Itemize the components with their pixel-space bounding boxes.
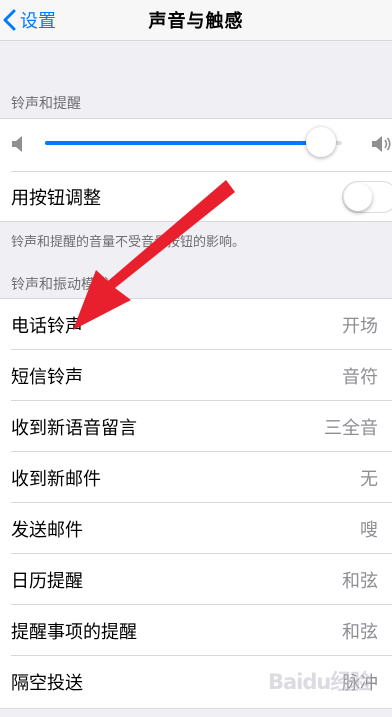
ringer-footnote: 铃声和提醒的音量不受音量按钮的影响。 [11,235,246,250]
sound-row-value: 嗖 [360,520,378,541]
sound-row-label: 隔空投送 [11,673,83,694]
sound-row-value: 三全音 [324,418,378,439]
navigation-bar: 设置 声音与触感 [0,0,392,41]
volume-low-icon [12,136,26,156]
change-with-buttons-toggle[interactable] [342,181,392,213]
sound-row-label: 日历提醒 [11,571,83,592]
sound-row-label: 短信铃声 [11,367,83,388]
sound-row-label: 发送邮件 [11,520,83,541]
sound-row[interactable]: 日历提醒 和弦 [0,554,392,605]
sound-row-label: 收到新邮件 [11,469,101,490]
sound-row-label: 收到新语音留言 [11,418,137,439]
volume-slider-row [0,119,392,171]
volume-slider-fill [45,141,322,145]
sound-row-label: 电话铃声 [11,316,83,337]
change-with-buttons-row: 用按钮调整 [11,171,392,222]
sound-row[interactable]: 电话铃声 开场 [0,299,392,350]
sound-row[interactable]: 发送邮件 嗖 [0,503,392,554]
sound-row[interactable]: 提醒事项的提醒 和弦 [0,605,392,656]
sound-row[interactable]: 短信铃声 音符 [0,350,392,401]
sound-row[interactable]: 收到新语音留言 三全音 [0,401,392,452]
sound-row[interactable]: 收到新邮件 无 [0,452,392,503]
volume-high-icon [372,136,392,156]
change-with-buttons-label: 用按钮调整 [11,188,101,209]
page-title: 声音与触感 [148,11,244,32]
toggle-knob [344,183,372,211]
sound-row-label: 提醒事项的提醒 [11,622,137,643]
sound-row-value: 和弦 [342,622,378,643]
sound-row-value: 和弦 [342,571,378,592]
ringer-group: 用按钮调整 [0,118,392,222]
volume-slider-thumb[interactable] [306,127,337,157]
patterns-group: 电话铃声 开场 短信铃声 音符 收到新语音留言 三全音 收到新邮件 无 发送邮件… [0,298,392,709]
watermark: Baidu经验 [268,670,371,694]
ringer-section-header: 铃声和提醒 [11,96,81,112]
sound-row-value: 开场 [342,316,378,337]
sound-row-value: 无 [360,469,378,490]
sound-row-value: 音符 [342,367,378,388]
volume-slider[interactable] [45,127,342,157]
patterns-section-header: 铃声和振动模式 [11,277,109,293]
